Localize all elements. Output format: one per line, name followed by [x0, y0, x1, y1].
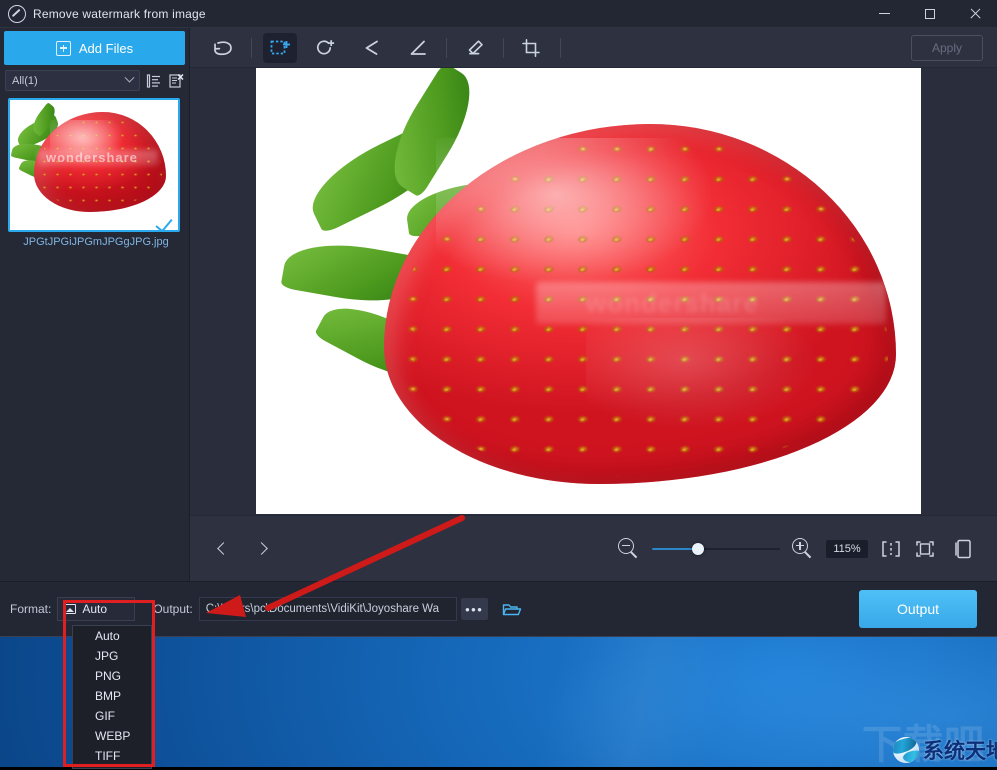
- file-filter-dropdown[interactable]: All(1): [5, 70, 140, 91]
- format-option[interactable]: BMP: [73, 686, 151, 706]
- output-label: Output:: [153, 602, 192, 616]
- undo-arrow-icon: [212, 38, 234, 58]
- eraser-button[interactable]: [458, 33, 492, 63]
- maximize-icon: [925, 9, 935, 19]
- format-label: Format:: [10, 602, 51, 616]
- window-controls: [862, 0, 997, 28]
- format-option[interactable]: JPG: [73, 646, 151, 666]
- zoom-slider-handle[interactable]: [692, 543, 704, 555]
- window-title: Remove watermark from image: [33, 7, 206, 21]
- crop-button[interactable]: [515, 33, 549, 63]
- list-item-filename[interactable]: JPGtJPGiJPGmJPGgJPG.jpg: [8, 236, 184, 248]
- chevron-down-icon: [125, 73, 135, 83]
- browse-output-button[interactable]: •••: [461, 598, 488, 620]
- globe-logo-icon: [893, 737, 919, 763]
- ellipse-select-button[interactable]: [309, 33, 343, 63]
- polygon-lasso-icon: [361, 38, 383, 58]
- polygon-select-button[interactable]: [355, 33, 389, 63]
- toolbar-separator: [446, 38, 447, 58]
- image-file-icon: [64, 604, 76, 614]
- file-thumbnail-list: wondershare JPGtJPGiJPGmJPGgJPG.jpg: [0, 98, 189, 581]
- angle-line-icon: [407, 38, 429, 58]
- angle-line-button[interactable]: [401, 33, 435, 63]
- output-path-field[interactable]: C:\Users\pc\Documents\VidiKit\Joyoshare …: [199, 597, 457, 621]
- strawberry-photo: wondershare: [256, 68, 921, 514]
- minimize-icon: [879, 13, 890, 14]
- maximize-button[interactable]: [907, 0, 952, 28]
- fit-width-button[interactable]: [880, 539, 902, 559]
- format-dropdown-trigger[interactable]: Auto: [57, 597, 135, 621]
- format-selected-value: Auto: [82, 602, 107, 616]
- image-canvas-area: wondershare: [190, 68, 997, 515]
- canvas-watermark-text: wondershare: [586, 288, 759, 319]
- format-option[interactable]: PNG: [73, 666, 151, 686]
- zoom-out-button[interactable]: [618, 538, 640, 560]
- thumbnail-watermark-text: wondershare: [46, 150, 138, 165]
- image-canvas[interactable]: wondershare: [256, 68, 921, 514]
- previous-image-button[interactable]: [208, 534, 238, 564]
- file-filter-label: All(1): [12, 75, 38, 87]
- format-option[interactable]: TIFF: [73, 746, 151, 766]
- format-option[interactable]: Auto: [73, 626, 151, 646]
- open-folder-button[interactable]: [497, 598, 527, 621]
- rectangle-marquee-icon: [269, 38, 291, 58]
- rectangle-select-button[interactable]: [263, 33, 297, 63]
- file-sidebar: Add Files All(1): [0, 28, 190, 581]
- close-button[interactable]: [952, 0, 997, 28]
- chevron-left-icon: [217, 542, 230, 555]
- main-body: Add Files All(1): [0, 28, 997, 581]
- eraser-icon: [464, 38, 486, 58]
- zoom-in-button[interactable]: [792, 538, 814, 560]
- strawberry-thumbnail: wondershare: [10, 100, 178, 230]
- open-folder-icon: [502, 602, 522, 617]
- title-bar: Remove watermark from image: [0, 0, 997, 28]
- view-toolbar: 115%: [190, 515, 997, 581]
- undo-button[interactable]: [206, 33, 240, 63]
- plus-square-icon: [56, 41, 71, 56]
- site-watermark: 系统天地: [893, 735, 997, 765]
- edit-toolbar: Apply: [190, 28, 997, 68]
- add-files-button[interactable]: Add Files: [4, 31, 185, 65]
- format-dropdown-menu[interactable]: Auto JPG PNG BMP GIF WEBP TIFF: [72, 625, 152, 769]
- toolbar-separator: [560, 38, 561, 58]
- zoom-slider[interactable]: [652, 541, 780, 557]
- list-item[interactable]: wondershare: [8, 98, 180, 232]
- toolbar-separator: [503, 38, 504, 58]
- fit-screen-icon: [914, 539, 936, 559]
- filter-row: All(1): [5, 69, 184, 92]
- format-option[interactable]: WEBP: [73, 726, 151, 746]
- compare-button[interactable]: [951, 537, 975, 561]
- chevron-right-icon: [255, 542, 268, 555]
- application-window: Remove watermark from image Add Files Al…: [0, 0, 997, 637]
- minimize-button[interactable]: [862, 0, 907, 28]
- compare-duplicate-icon: [951, 537, 975, 561]
- editor-main: Apply: [190, 28, 997, 581]
- zoom-controls: 115%: [618, 538, 936, 560]
- crop-icon: [521, 38, 543, 58]
- output-button[interactable]: Output: [859, 590, 977, 628]
- close-icon: [969, 8, 981, 20]
- next-image-button[interactable]: [246, 534, 276, 564]
- toolbar-separator: [251, 38, 252, 58]
- zoom-level-label: 115%: [826, 540, 868, 558]
- fit-width-icon: [880, 539, 902, 559]
- watermark-remover-logo-icon: [8, 5, 26, 23]
- apply-button[interactable]: Apply: [911, 35, 983, 61]
- site-watermark-text: 系统天地: [923, 735, 997, 765]
- format-option[interactable]: GIF: [73, 706, 151, 726]
- remove-file-icon[interactable]: [168, 73, 184, 89]
- fit-screen-button[interactable]: [914, 539, 936, 559]
- circle-marquee-icon: [315, 38, 337, 58]
- add-files-label: Add Files: [79, 41, 133, 56]
- list-view-icon[interactable]: [146, 73, 162, 89]
